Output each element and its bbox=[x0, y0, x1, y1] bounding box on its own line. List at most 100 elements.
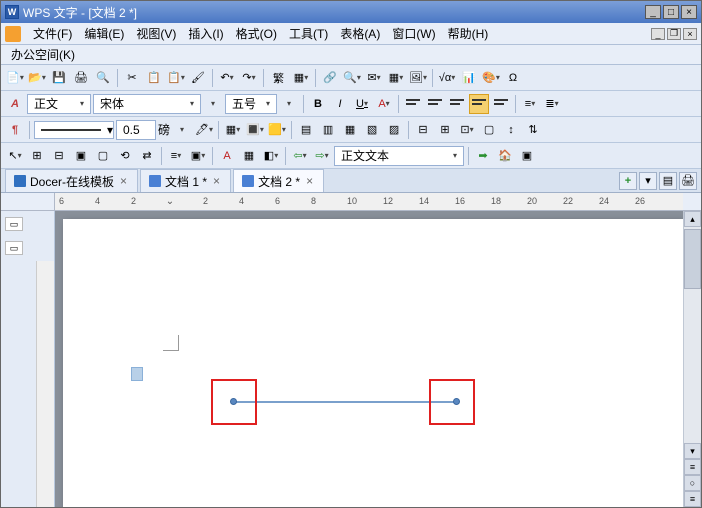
minimize-button[interactable]: _ bbox=[645, 5, 661, 19]
format-icon-2[interactable]: ▦ bbox=[239, 146, 259, 166]
font-dropdown-extra[interactable]: ▾ bbox=[203, 94, 223, 114]
pane-toggle-1[interactable]: ▭ bbox=[5, 217, 23, 231]
horizontal-ruler[interactable]: 6 4 2 ⌄ 2 4 6 8 10 12 14 16 18 20 22 24 … bbox=[55, 193, 683, 210]
underline-button[interactable]: U▾ bbox=[352, 94, 372, 114]
cut-button[interactable]: ✂ bbox=[122, 68, 142, 88]
table-draw-button[interactable]: ▤ bbox=[296, 120, 316, 140]
doc-restore-button[interactable]: ❐ bbox=[667, 28, 681, 40]
table-tool-5[interactable]: ▨ bbox=[384, 120, 404, 140]
distribute-cols-button[interactable]: ⊞ bbox=[435, 120, 455, 140]
scroll-down-button[interactable]: ▾ bbox=[684, 443, 701, 459]
print-button[interactable]: 🖨 bbox=[71, 68, 91, 88]
home-button[interactable]: 🏠 bbox=[495, 146, 515, 166]
canvas[interactable] bbox=[55, 211, 683, 507]
flip-button[interactable]: ⇄ bbox=[137, 146, 157, 166]
redo-button[interactable]: ↷▾ bbox=[239, 68, 259, 88]
menu-format[interactable]: 格式(O) bbox=[230, 23, 283, 44]
align-right-button[interactable] bbox=[447, 94, 467, 114]
drawn-line-shape[interactable] bbox=[233, 401, 459, 403]
select-button[interactable]: ↖▾ bbox=[5, 146, 25, 166]
undo-button[interactable]: ↶▾ bbox=[217, 68, 237, 88]
table-erase-button[interactable]: ▥ bbox=[318, 120, 338, 140]
menu-window[interactable]: 窗口(W) bbox=[386, 23, 441, 44]
dropdown-icon[interactable]: ▾ bbox=[186, 96, 198, 112]
text-direction-button[interactable]: ↕ bbox=[501, 120, 521, 140]
scroll-thumb[interactable] bbox=[684, 229, 701, 289]
rotate-button[interactable]: ⟲ bbox=[115, 146, 135, 166]
tab-close-button[interactable]: × bbox=[118, 174, 129, 188]
align-center-button[interactable] bbox=[425, 94, 445, 114]
size-combo[interactable]: 五号 ▾ bbox=[225, 94, 277, 114]
go-next-button[interactable]: ➡ bbox=[473, 146, 493, 166]
align-distribute-button[interactable] bbox=[491, 94, 511, 114]
group-button[interactable]: ⊞ bbox=[27, 146, 47, 166]
mail-button[interactable]: ✉▾ bbox=[364, 68, 384, 88]
ungroup-button[interactable]: ⊟ bbox=[49, 146, 69, 166]
vertical-ruler[interactable] bbox=[36, 261, 54, 507]
paste-button[interactable]: 📋▾ bbox=[166, 68, 186, 88]
tab-docer-template[interactable]: Docer-在线模板 × bbox=[5, 169, 138, 192]
sort-button[interactable]: ⇅ bbox=[523, 120, 543, 140]
font-combo[interactable]: 宋体 ▾ bbox=[93, 94, 201, 114]
save-button[interactable]: 💾 bbox=[49, 68, 69, 88]
print-preview-button[interactable]: 🔍 bbox=[93, 68, 113, 88]
dropdown-icon[interactable]: ▾ bbox=[76, 96, 88, 112]
tab-tool-button[interactable]: 🖨 bbox=[679, 172, 697, 190]
browse-object-button[interactable]: ○ bbox=[684, 475, 701, 491]
tab-list-button[interactable]: ▤ bbox=[659, 172, 677, 190]
wps-icon[interactable] bbox=[5, 26, 21, 42]
distribute-rows-button[interactable]: ⊟ bbox=[413, 120, 433, 140]
copy-button[interactable]: 📋 bbox=[144, 68, 164, 88]
paragraph-dialog-button[interactable]: ¶ bbox=[5, 120, 25, 140]
wrap-button[interactable]: ▣▾ bbox=[188, 146, 208, 166]
pane-toggle-2[interactable]: ▭ bbox=[5, 241, 23, 255]
align-left-button[interactable] bbox=[403, 94, 423, 114]
italic-button[interactable]: I bbox=[330, 94, 350, 114]
cell-align-button[interactable]: ▢ bbox=[479, 120, 499, 140]
nav-4-button[interactable]: ▣ bbox=[517, 146, 537, 166]
table-tool-4[interactable]: ▧ bbox=[362, 120, 382, 140]
hyperlink-button[interactable]: 🔗 bbox=[320, 68, 340, 88]
open-button[interactable]: 📂▾ bbox=[27, 68, 47, 88]
next-page-button[interactable]: ≡ bbox=[684, 491, 701, 507]
line-color-button[interactable]: 🖊▾ bbox=[194, 120, 214, 140]
tab-doc2[interactable]: 文档 2 * × bbox=[233, 169, 324, 192]
format-painter-button[interactable]: 🖌 bbox=[188, 68, 208, 88]
doc-close-button[interactable]: × bbox=[683, 28, 697, 40]
table-tool-3[interactable]: ▦ bbox=[340, 120, 360, 140]
weight-dropdown[interactable]: ▾ bbox=[172, 120, 192, 140]
maximize-button[interactable]: □ bbox=[663, 5, 679, 19]
new-button[interactable]: 📄▾ bbox=[5, 68, 25, 88]
align-justify-button[interactable] bbox=[469, 94, 489, 114]
add-tab-button[interactable]: + bbox=[619, 172, 637, 190]
line-spacing-button[interactable]: ≡▾ bbox=[520, 94, 540, 114]
chart-button[interactable]: 📊 bbox=[459, 68, 479, 88]
wordart-button[interactable]: 🎨▾ bbox=[481, 68, 501, 88]
dropdown-icon[interactable]: ▾ bbox=[107, 123, 113, 137]
menu-table[interactable]: 表格(A) bbox=[334, 23, 386, 44]
highlight-button[interactable]: 🟨▾ bbox=[267, 120, 287, 140]
table-insert-button[interactable]: ▦▾ bbox=[386, 68, 406, 88]
scroll-track[interactable] bbox=[684, 289, 701, 443]
close-button[interactable]: × bbox=[681, 5, 697, 19]
prev-nav-button[interactable]: ⇦▾ bbox=[290, 146, 310, 166]
format-a-button[interactable]: A bbox=[217, 146, 237, 166]
menu-view[interactable]: 视图(V) bbox=[130, 23, 182, 44]
align-button[interactable]: ≡▾ bbox=[166, 146, 186, 166]
menu-edit[interactable]: 编辑(E) bbox=[78, 23, 130, 44]
scroll-up-button[interactable]: ▴ bbox=[684, 211, 701, 227]
indent-marker-icon[interactable]: ⌄ bbox=[165, 195, 175, 207]
formula-button[interactable]: √α▾ bbox=[437, 68, 457, 88]
tab-close-button[interactable]: × bbox=[304, 174, 315, 188]
format-icon-3[interactable]: ◧▾ bbox=[261, 146, 281, 166]
dropdown-icon[interactable]: ▾ bbox=[262, 96, 274, 112]
bullets-button[interactable]: ≣▾ bbox=[542, 94, 562, 114]
doc-minimize-button[interactable]: _ bbox=[651, 28, 665, 40]
style-combo[interactable]: 正文 ▾ bbox=[27, 94, 91, 114]
menu-workspace[interactable]: 办公空间(K) bbox=[9, 44, 77, 65]
symbol-button[interactable]: Ω bbox=[503, 68, 523, 88]
border-button[interactable]: ▦▾ bbox=[223, 120, 243, 140]
menu-file[interactable]: 文件(F) bbox=[27, 23, 78, 44]
bring-front-button[interactable]: ▣ bbox=[71, 146, 91, 166]
dropdown-icon[interactable]: ▾ bbox=[449, 148, 461, 164]
